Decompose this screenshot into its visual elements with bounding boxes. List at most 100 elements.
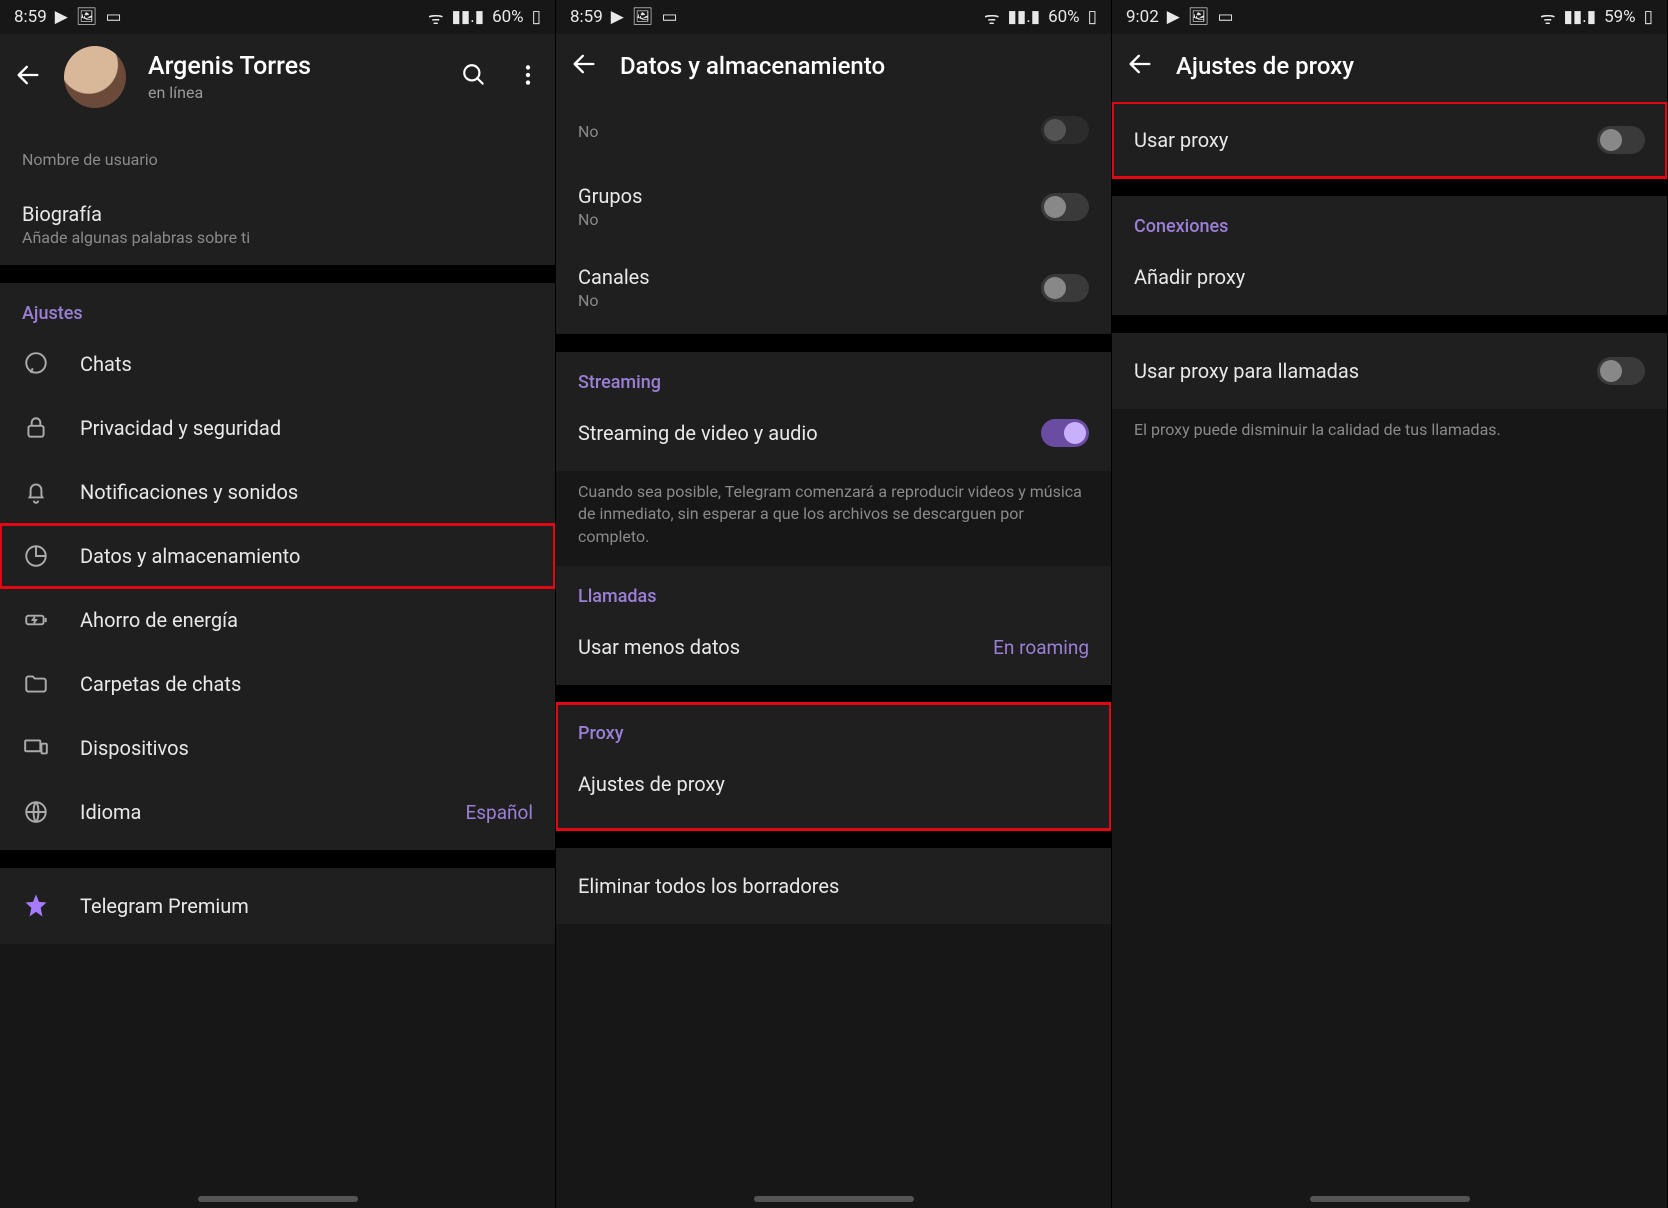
screen-profile-settings: 8:59 ▶ 🖼 ▭ ᯤ ▮▮.▮ 60% ▯ Argenis Torres e… xyxy=(0,0,556,1208)
username-label: Nombre de usuario xyxy=(22,150,533,169)
wifi-icon: ᯤ xyxy=(1540,6,1556,29)
profile-name: Argenis Torres xyxy=(148,52,439,81)
lock-icon xyxy=(22,414,50,442)
groups-label: Grupos xyxy=(578,184,1011,208)
proxy-calls-desc: El proxy puede disminuir la calidad de t… xyxy=(1112,409,1667,459)
signal-icon: ▮▮.▮ xyxy=(452,7,485,27)
signal-icon: ▮▮.▮ xyxy=(1008,7,1041,27)
clock: 9:02 xyxy=(1126,7,1159,27)
less-data-value: En roaming xyxy=(993,636,1089,659)
page-title: Ajustes de proxy xyxy=(1176,52,1653,80)
proxy-settings-label: Ajustes de proxy xyxy=(578,772,725,796)
channels-sub: No xyxy=(578,291,1011,310)
toggle[interactable] xyxy=(1041,116,1089,144)
use-proxy-row[interactable]: Usar proxy xyxy=(1112,108,1667,172)
channels-label: Canales xyxy=(578,265,1011,289)
username-row[interactable]: Nombre de usuario xyxy=(0,126,555,190)
streaming-label: Streaming de video y audio xyxy=(578,421,1011,445)
proxy-calls-row[interactable]: Usar proxy para llamadas xyxy=(1112,339,1667,403)
statusbar: 8:59 ▶ 🖼 ▭ ᯤ ▮▮.▮ 60% ▯ xyxy=(556,0,1111,34)
battery-icon: ▯ xyxy=(1088,7,1097,27)
clock: 8:59 xyxy=(14,7,47,27)
bio-sub: Añade algunas palabras sobre ti xyxy=(22,228,533,247)
chats-row[interactable]: Chats xyxy=(0,332,555,396)
folder-icon xyxy=(22,670,50,698)
screen-proxy-settings: 9:02 ▶ 🖼 ▭ ᯤ ▮▮.▮ 59% ▯ Ajustes de proxy… xyxy=(1112,0,1668,1208)
toggle[interactable] xyxy=(1597,126,1645,154)
language-row[interactable]: Idioma Español xyxy=(0,780,555,844)
back-arrow-icon[interactable] xyxy=(1126,50,1154,82)
premium-row[interactable]: Telegram Premium xyxy=(0,874,555,938)
settings-header: Ajustes xyxy=(0,289,555,332)
data-storage-row[interactable]: Datos y almacenamiento xyxy=(0,524,555,588)
card-icon: ▭ xyxy=(1217,7,1233,27)
battery-bolt-icon xyxy=(22,606,50,634)
streaming-header: Streaming xyxy=(556,358,1111,401)
battery-icon: ▯ xyxy=(532,7,541,27)
streaming-row[interactable]: Streaming de video y audio xyxy=(556,401,1111,465)
toggle[interactable] xyxy=(1041,193,1089,221)
bio-title: Biografía xyxy=(22,202,533,226)
nav-indicator xyxy=(1310,1196,1470,1202)
image-icon: 🖼 xyxy=(632,7,654,27)
channels-row[interactable]: Canales No xyxy=(556,247,1111,328)
privacy-row[interactable]: Privacidad y seguridad xyxy=(0,396,555,460)
appbar: Argenis Torres en línea xyxy=(0,34,555,126)
more-icon[interactable] xyxy=(515,62,541,92)
statusbar: 8:59 ▶ 🖼 ▭ ᯤ ▮▮.▮ 60% ▯ xyxy=(0,0,555,34)
profile-status: en línea xyxy=(148,83,439,102)
add-proxy-row[interactable]: Añadir proxy xyxy=(1112,245,1667,309)
devices-label: Dispositivos xyxy=(80,736,189,760)
toggle[interactable] xyxy=(1041,274,1089,302)
toggle[interactable] xyxy=(1597,357,1645,385)
chat-icon xyxy=(22,350,50,378)
chats-label: Chats xyxy=(80,352,132,376)
avatar[interactable] xyxy=(64,46,126,108)
delete-drafts-row[interactable]: Eliminar todos los borradores xyxy=(556,854,1111,918)
page-title: Datos y almacenamiento xyxy=(620,52,1097,80)
proxy-calls-label: Usar proxy para llamadas xyxy=(1134,359,1567,383)
wifi-icon: ᯤ xyxy=(428,6,444,29)
devices-row[interactable]: Dispositivos xyxy=(0,716,555,780)
folders-label: Carpetas de chats xyxy=(80,672,241,696)
calls-header: Llamadas xyxy=(556,572,1111,615)
less-data-label: Usar menos datos xyxy=(578,635,963,659)
streaming-desc: Cuando sea posible, Telegram comenzará a… xyxy=(556,471,1111,566)
back-arrow-icon[interactable] xyxy=(570,50,598,82)
search-icon[interactable] xyxy=(461,62,487,92)
data-storage-label: Datos y almacenamiento xyxy=(80,544,300,568)
appbar: Ajustes de proxy xyxy=(1112,34,1667,102)
folders-row[interactable]: Carpetas de chats xyxy=(0,652,555,716)
screen-data-storage: 8:59 ▶ 🖼 ▭ ᯤ ▮▮.▮ 60% ▯ Datos y almacena… xyxy=(556,0,1112,1208)
use-proxy-label: Usar proxy xyxy=(1134,128,1567,152)
power-row[interactable]: Ahorro de energía xyxy=(0,588,555,652)
proxy-settings-row[interactable]: Ajustes de proxy xyxy=(556,752,1111,816)
statusbar: 9:02 ▶ 🖼 ▭ ᯤ ▮▮.▮ 59% ▯ xyxy=(1112,0,1667,34)
language-value: Español xyxy=(465,801,533,824)
back-arrow-icon[interactable] xyxy=(14,61,42,93)
notifications-label: Notificaciones y sonidos xyxy=(80,480,298,504)
globe-icon xyxy=(22,798,50,826)
prev-toggle-sub: No xyxy=(578,122,1011,141)
power-label: Ahorro de energía xyxy=(80,608,238,632)
premium-label: Telegram Premium xyxy=(80,894,249,918)
battery-icon: ▯ xyxy=(1644,7,1653,27)
connections-header: Conexiones xyxy=(1112,202,1667,245)
bio-row[interactable]: Biografía Añade algunas palabras sobre t… xyxy=(0,190,555,259)
battery-text: 59% xyxy=(1604,7,1636,27)
notifications-row[interactable]: Notificaciones y sonidos xyxy=(0,460,555,524)
youtube-icon: ▶ xyxy=(1167,7,1180,27)
groups-row[interactable]: Grupos No xyxy=(556,166,1111,247)
prev-toggle-row[interactable]: No xyxy=(556,102,1111,166)
card-icon: ▭ xyxy=(661,7,677,27)
groups-sub: No xyxy=(578,210,1011,229)
youtube-icon: ▶ xyxy=(55,7,68,27)
wifi-icon: ᯤ xyxy=(984,6,1000,29)
star-icon xyxy=(22,892,50,920)
pie-icon xyxy=(22,542,50,570)
battery-text: 60% xyxy=(1048,7,1080,27)
toggle-on[interactable] xyxy=(1041,419,1089,447)
less-data-row[interactable]: Usar menos datos En roaming xyxy=(556,615,1111,679)
language-label: Idioma xyxy=(80,800,435,824)
card-icon: ▭ xyxy=(105,7,121,27)
